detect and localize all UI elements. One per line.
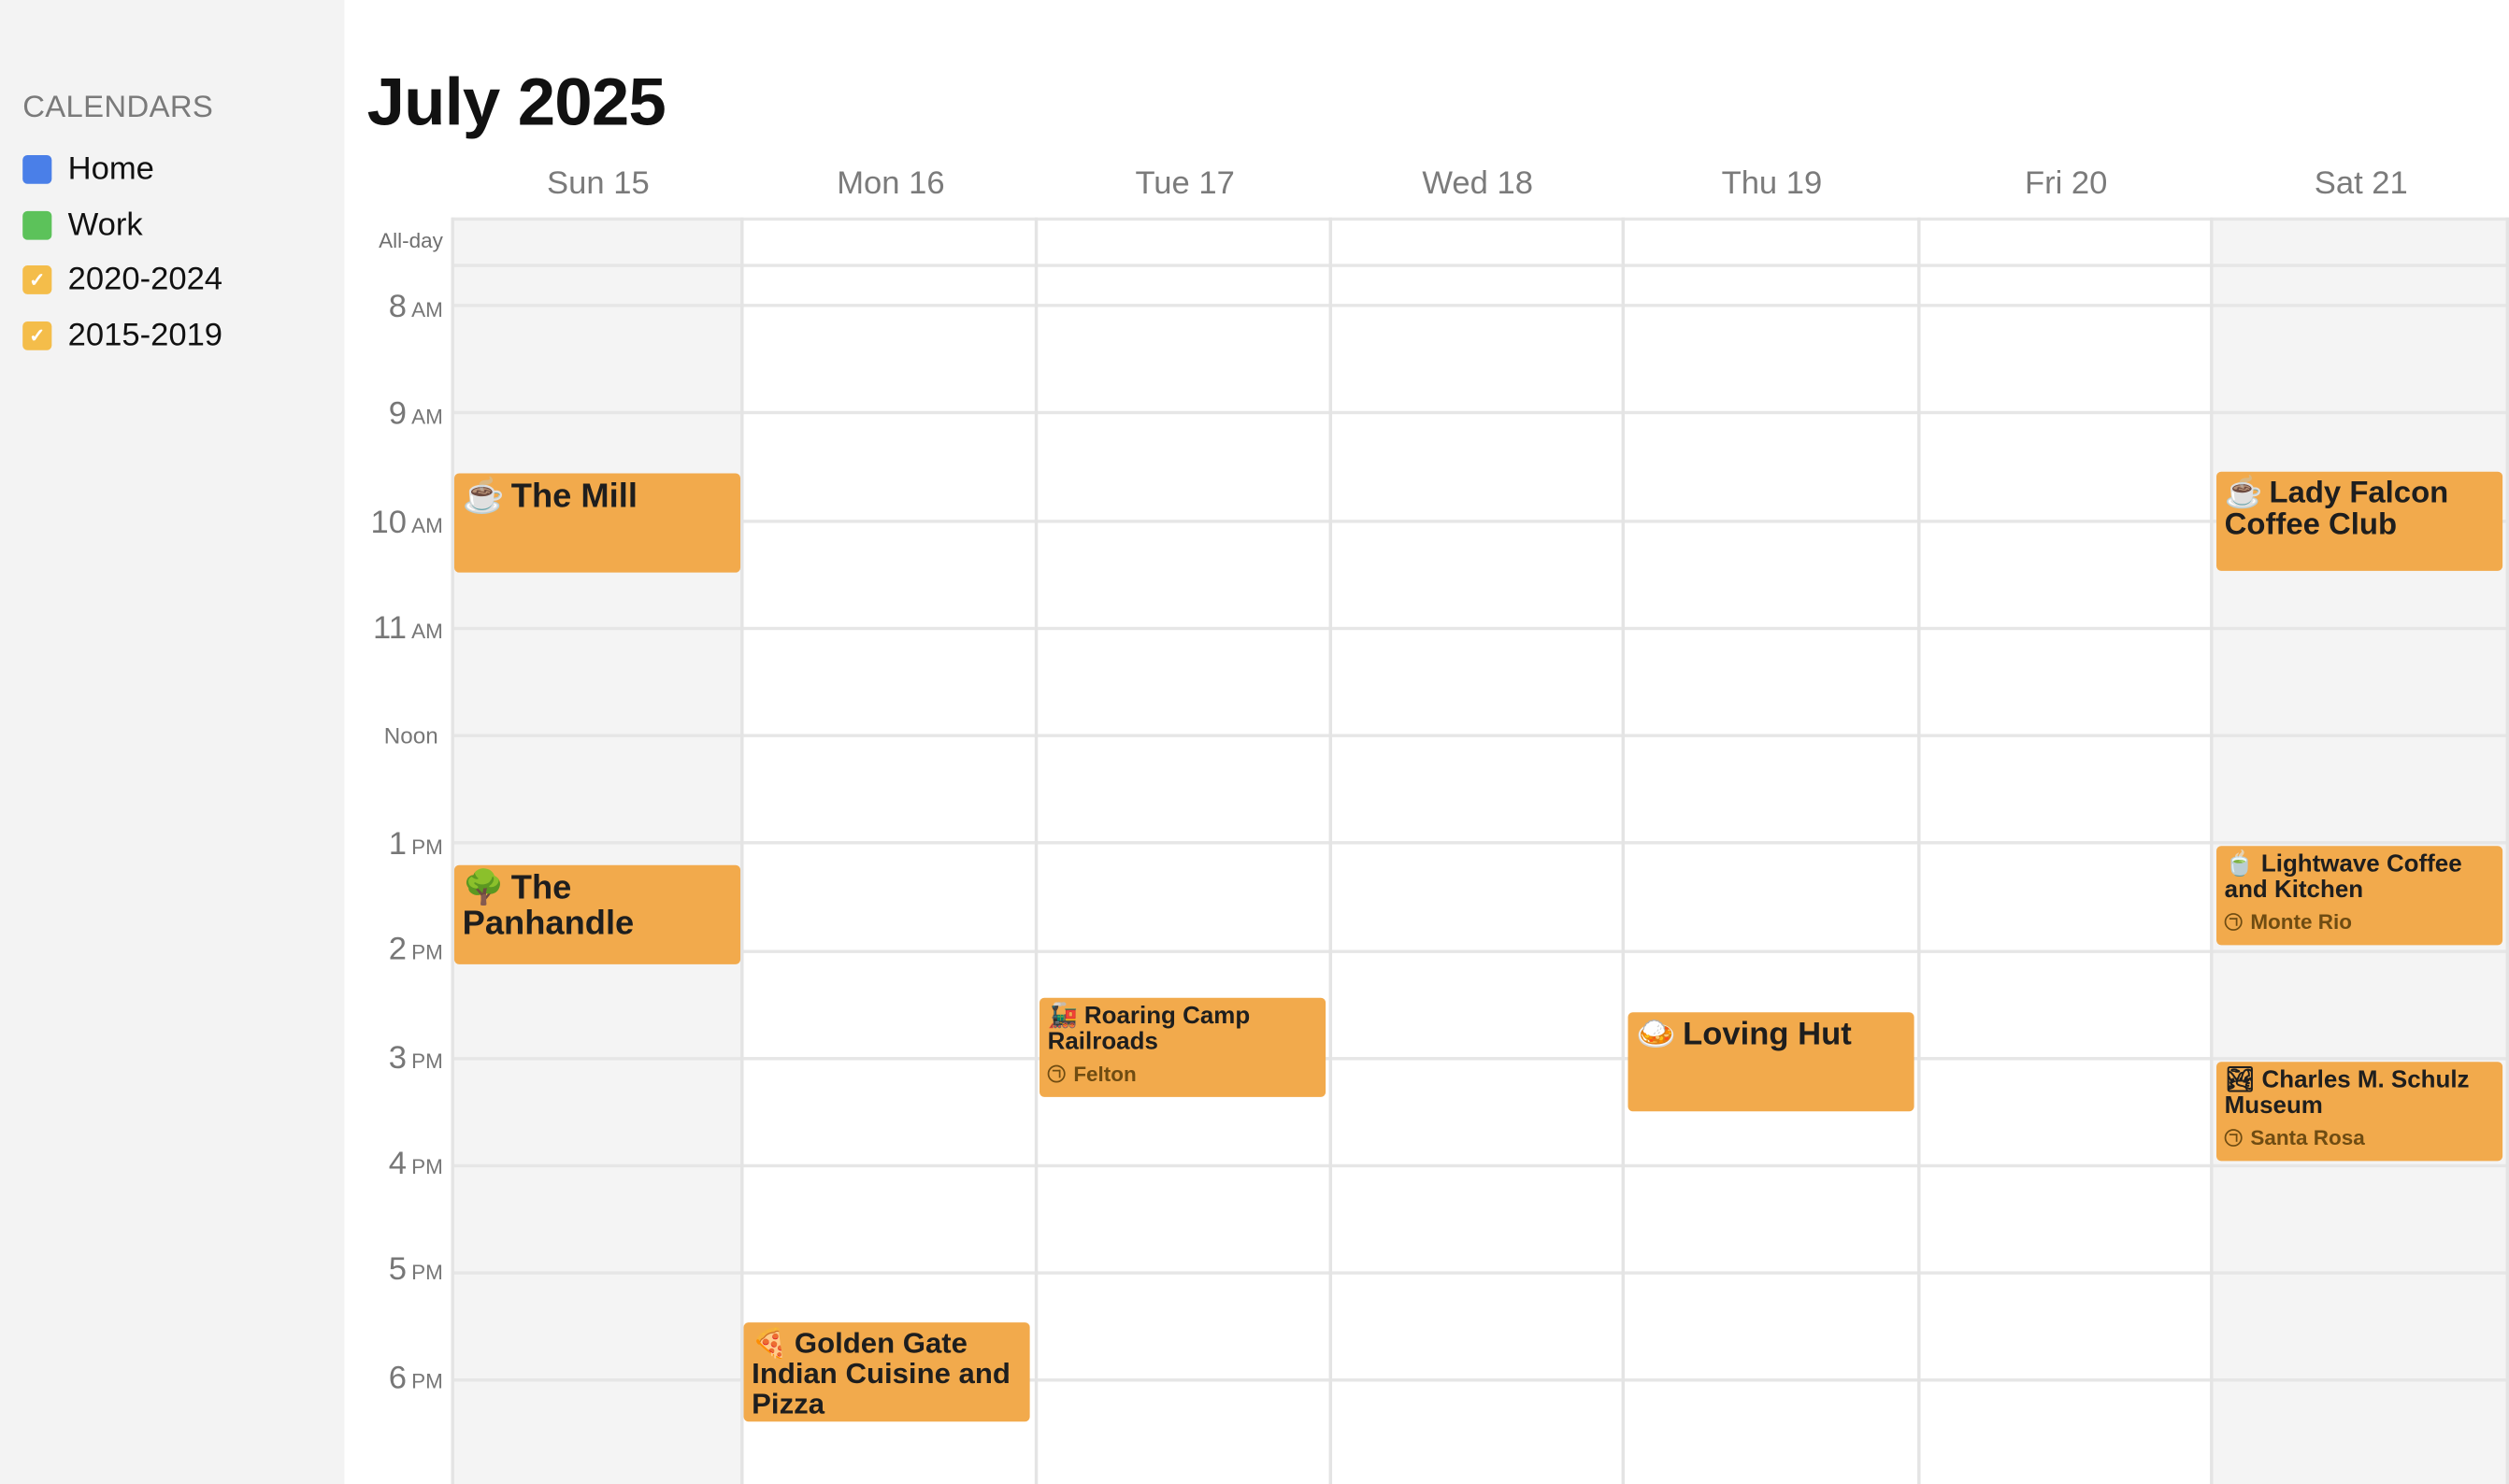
hour-label: 8 AM: [388, 289, 443, 325]
grid-line: [451, 626, 2509, 631]
hour-label: 10 AM: [370, 505, 443, 541]
page-title: July 2025: [366, 64, 667, 139]
calendar-window: CALENDARS Home Work ✓ 2020-2024 ✓ 2015-2…: [0, 0, 2509, 1484]
event-title: 🍛 Loving Hut: [1636, 1017, 1852, 1052]
grid-line: [1917, 217, 1921, 1484]
grid-line: [2505, 217, 2509, 1484]
event-title: 🍵 Lightwave Coffee and Kitchen: [2224, 850, 2462, 904]
tea-icon: 🍵: [2224, 850, 2255, 878]
grid-line: [451, 304, 2509, 307]
calendar-label: Home: [67, 150, 154, 187]
grid-line: [451, 1163, 2509, 1168]
train-icon: 🚂: [1047, 1002, 1078, 1031]
weekend-column-sun: [451, 217, 742, 1484]
event-title: ☕ The Mill: [462, 478, 638, 516]
grid-line: [451, 520, 2509, 523]
location-icon: [2224, 1128, 2243, 1147]
landscape-icon: 🏞: [2224, 1066, 2256, 1094]
hour-label: 3 PM: [388, 1040, 443, 1077]
event-golden-gate-indian[interactable]: 🍕 Golden Gate Indian Cuisine and Pizza: [743, 1322, 1030, 1422]
location-icon: [2224, 912, 2243, 931]
event-charles-schulz[interactable]: 🏞 Charles M. Schulz Museum Santa Rosa: [2216, 1062, 2503, 1162]
calendar-item-work[interactable]: Work: [22, 207, 143, 245]
grid-line: [2210, 217, 2214, 1484]
day-header-mon[interactable]: Mon 16: [744, 166, 1039, 211]
all-day-label: All-day: [379, 228, 443, 253]
hour-label: 5 PM: [388, 1251, 443, 1288]
grid-line: [451, 264, 2509, 267]
grid-line: [740, 217, 744, 1484]
event-the-mill[interactable]: ☕ The Mill: [453, 473, 741, 573]
day-header-thu[interactable]: Thu 19: [1625, 166, 1919, 211]
home-color-checkbox[interactable]: [22, 154, 52, 184]
day-header-sat[interactable]: Sat 21: [2214, 166, 2509, 211]
hour-label: 1 PM: [388, 826, 443, 863]
tree-icon: 🌳: [462, 869, 505, 907]
grid-line: [451, 1271, 2509, 1275]
calendar-item-home[interactable]: Home: [22, 150, 154, 189]
sidebar: CALENDARS Home Work ✓ 2020-2024 ✓ 2015-2…: [0, 0, 345, 1484]
curry-icon: 🍛: [1636, 1017, 1677, 1052]
calendar-item-2015-2019[interactable]: ✓ 2015-2019: [22, 317, 222, 355]
event-location: Santa Rosa: [2224, 1125, 2495, 1149]
grid-line: [1621, 217, 1626, 1484]
event-lightwave-coffee[interactable]: 🍵 Lightwave Coffee and Kitchen Monte Rio: [2216, 846, 2503, 946]
work-color-checkbox[interactable]: [22, 210, 52, 240]
day-header-tue[interactable]: Tue 17: [1038, 166, 1332, 211]
coffee-icon: ☕: [462, 478, 505, 516]
event-location: Monte Rio: [2224, 909, 2495, 933]
event-title: 🌳 The Panhandle: [462, 869, 635, 942]
coffee-icon: ☕: [2224, 476, 2263, 510]
event-location: Felton: [1047, 1061, 1318, 1085]
grid-line: [451, 410, 2509, 415]
calendar-label: 2015-2019: [67, 317, 223, 353]
day-header-wed[interactable]: Wed 18: [1330, 166, 1625, 211]
hour-label: Noon: [383, 722, 438, 749]
event-title: 🚂 Roaring Camp Railroads: [1047, 1002, 1251, 1055]
pizza-icon: 🍕: [752, 1327, 788, 1360]
checkmark-icon[interactable]: ✓: [22, 321, 52, 350]
grid-line: [451, 734, 2509, 737]
hour-label: 4 PM: [388, 1146, 443, 1182]
event-loving-hut[interactable]: 🍛 Loving Hut: [1627, 1012, 1914, 1112]
day-header-fri[interactable]: Fri 20: [1919, 166, 2214, 211]
calendar-label: Work: [67, 207, 143, 243]
event-title: ☕ Lady Falcon Coffee Club: [2224, 476, 2449, 542]
event-title: 🍕 Golden Gate Indian Cuisine and Pizza: [752, 1327, 1011, 1420]
event-lady-falcon[interactable]: ☕ Lady Falcon Coffee Club: [2216, 471, 2503, 571]
grid-line: [1328, 217, 1333, 1484]
grid-line: [451, 1057, 2509, 1061]
calendars-heading: CALENDARS: [22, 91, 214, 125]
hour-label: 11 AM: [373, 610, 443, 647]
day-header-sun[interactable]: Sun 15: [452, 166, 746, 211]
hour-label: 9 AM: [388, 396, 443, 433]
calendar-label: 2020-2024: [67, 261, 223, 297]
event-roaring-camp[interactable]: 🚂 Roaring Camp Railroads Felton: [1039, 997, 1326, 1097]
checkmark-icon[interactable]: ✓: [22, 265, 52, 294]
event-title: 🏞 Charles M. Schulz Museum: [2224, 1066, 2470, 1120]
grid-line: [451, 217, 2509, 221]
grid-line: [451, 217, 454, 1484]
event-the-panhandle[interactable]: 🌳 The Panhandle: [453, 864, 741, 964]
calendar-item-2020-2024[interactable]: ✓ 2020-2024: [22, 261, 222, 299]
hour-label: 6 PM: [388, 1361, 443, 1396]
location-icon: [1047, 1063, 1066, 1082]
grid-line: [451, 841, 2509, 845]
grid-line: [451, 949, 2509, 953]
grid-line: [1034, 217, 1039, 1484]
hour-label: 2 PM: [388, 932, 443, 968]
